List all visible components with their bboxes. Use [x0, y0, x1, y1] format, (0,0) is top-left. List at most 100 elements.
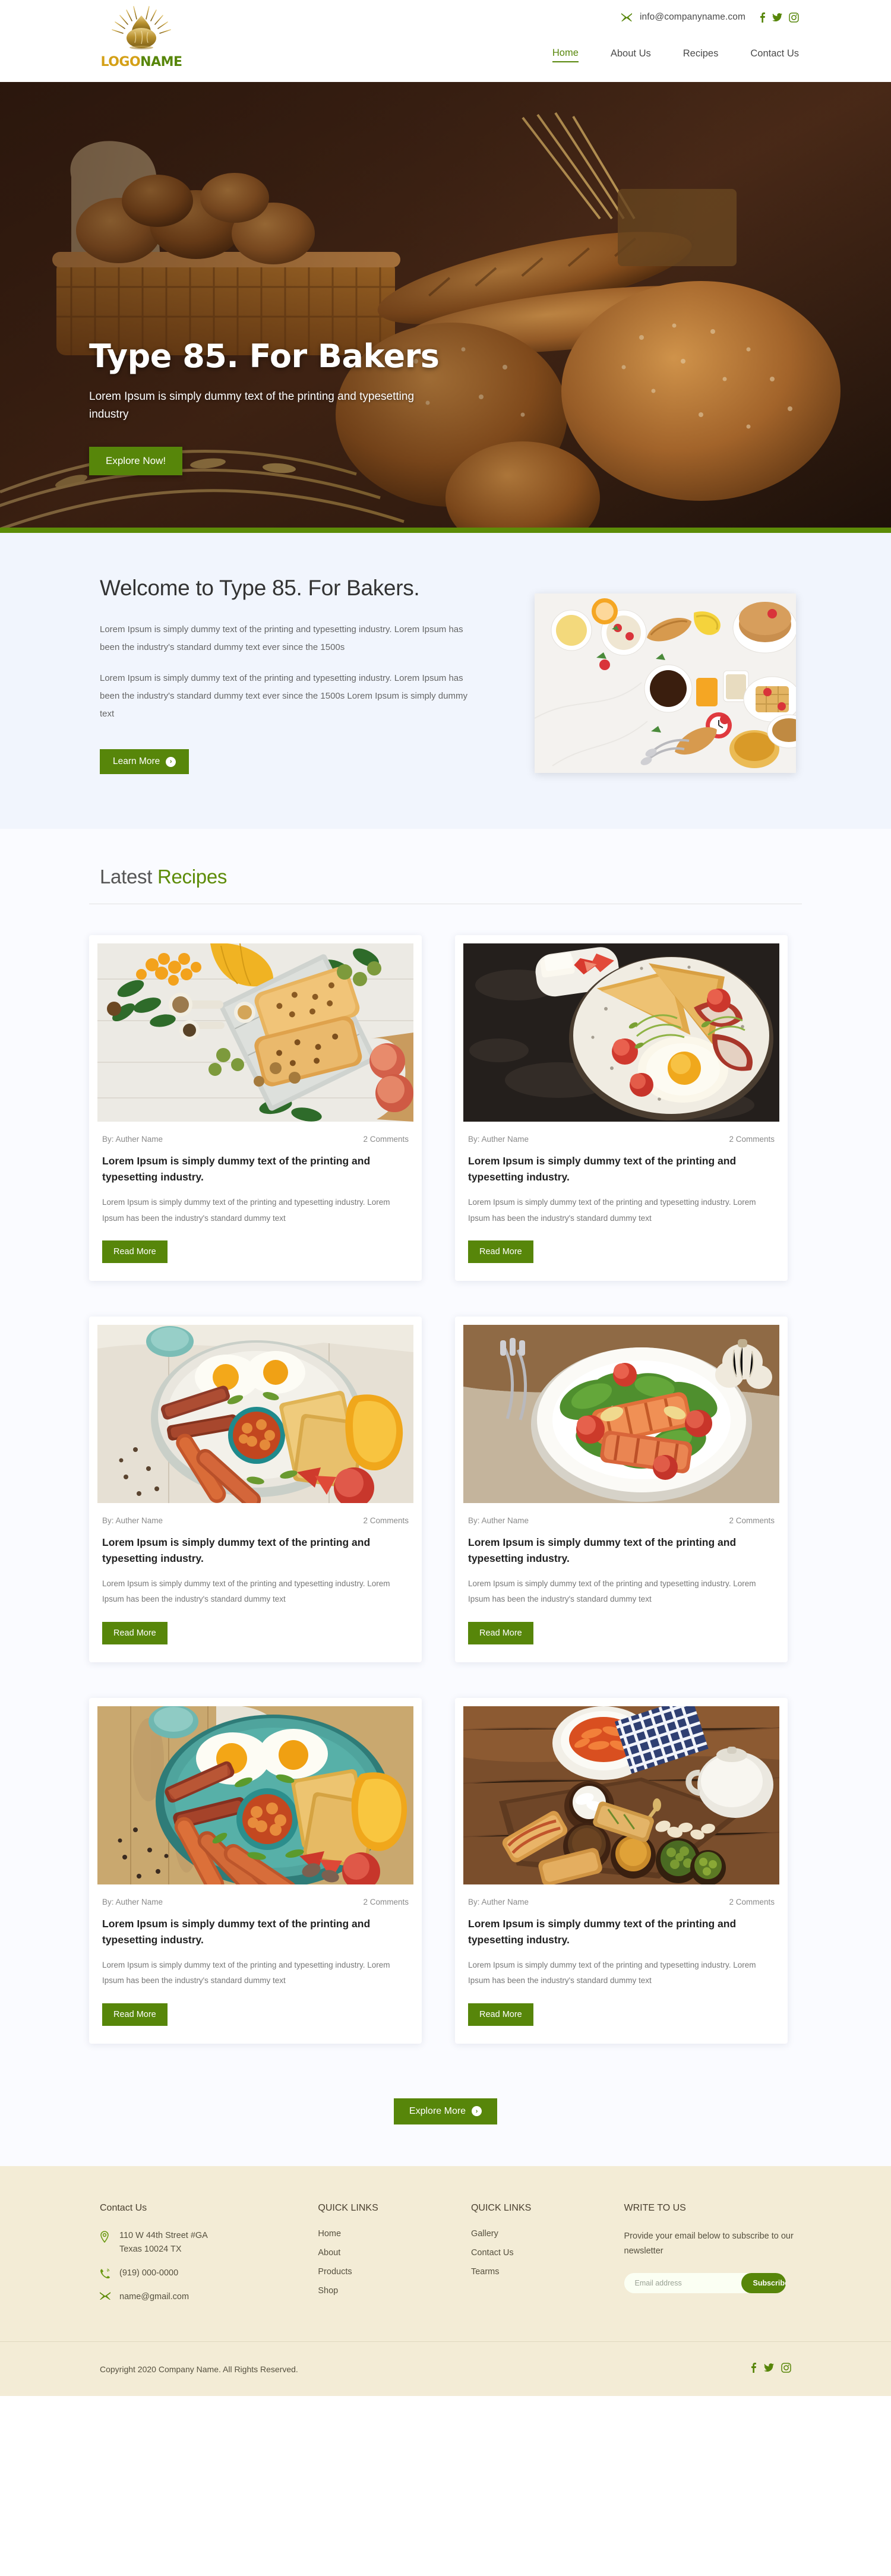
recipe-card[interactable]: By: Auther Name 2 Comments Lorem Ipsum i…: [89, 1316, 422, 1662]
envelope-icon: [100, 2290, 111, 2300]
recipe-card-text: Lorem Ipsum is simply dummy text of the …: [468, 1961, 756, 1985]
nav-item-recipes[interactable]: Recipes: [683, 48, 719, 62]
facebook-icon[interactable]: [759, 12, 766, 23]
recipe-card-author: By: Auther Name: [102, 1897, 163, 1906]
recipe-card-grid: By: Auther Name 2 Comments Lorem Ipsum i…: [80, 904, 811, 2044]
header-social-links: [759, 12, 799, 23]
footer-quick-links-column-2: QUICK LINKS Gallery Contact Us Tearms: [471, 2203, 624, 2315]
recipe-card[interactable]: By: Auther Name 2 Comments Lorem Ipsum i…: [89, 1697, 422, 2044]
footer-address-line-1: 110 W 44th Street #GA: [119, 2230, 208, 2240]
envelope-icon: [621, 13, 633, 21]
explore-more-wrapper: Explore More ›: [0, 2067, 891, 2166]
nav-item-home[interactable]: Home: [552, 48, 579, 62]
recipe-card-comments: 2 Comments: [363, 1135, 409, 1144]
read-more-button[interactable]: Read More: [468, 2003, 533, 2026]
recipes-title-plain: Latest: [100, 866, 157, 888]
main-navigation: Home About Us Recipes Contact Us: [552, 48, 799, 62]
site-logo[interactable]: LOGONAME: [88, 2, 195, 78]
learn-more-label: Learn More: [113, 756, 160, 766]
recipe-card-body: By: Auther Name 2 Comments Lorem Ipsum i…: [463, 1884, 779, 2044]
explore-now-button[interactable]: Explore Now!: [89, 446, 183, 475]
sausage-egg-tomato-photo: [97, 1324, 413, 1503]
recipe-card-author: By: Auther Name: [468, 1897, 529, 1906]
footer-phone[interactable]: (919) 000-0000: [119, 2266, 178, 2280]
footer-link-tearms[interactable]: Tearms: [471, 2267, 624, 2277]
breakfast-spread-photo: [535, 594, 796, 773]
recipe-card[interactable]: By: Auther Name 2 Comments Lorem Ipsum i…: [455, 935, 788, 1281]
recipe-card-meta: By: Auther Name 2 Comments: [468, 1898, 775, 1906]
footer-write-to-us-title: WRITE TO US: [624, 2202, 686, 2213]
phone-icon: [100, 2266, 111, 2278]
page-root: LOGONAME info@companyname.com Home About…: [0, 0, 891, 2397]
logo-text-secondary: NAME: [140, 55, 182, 70]
instagram-icon[interactable]: [789, 12, 799, 23]
recipe-card-text: Lorem Ipsum is simply dummy text of the …: [102, 1579, 390, 1604]
footer-newsletter-column: WRITE TO US Provide your email below to …: [624, 2203, 802, 2315]
instagram-icon[interactable]: [781, 2363, 791, 2376]
read-more-button[interactable]: Read More: [468, 1621, 533, 1644]
subscribe-button[interactable]: Subscribe: [741, 2273, 786, 2294]
footer-address-row: 110 W 44th Street #GA Texas 10024 TX: [100, 2229, 318, 2256]
welcome-image: [535, 594, 796, 773]
newsletter-email-input[interactable]: [624, 2273, 741, 2294]
recipe-card-author: By: Auther Name: [102, 1516, 163, 1525]
hero-banner: Type 85. For Bakers Lorem Ipsum is simpl…: [0, 82, 891, 528]
recipe-card-text: Lorem Ipsum is simply dummy text of the …: [102, 1198, 390, 1223]
nav-item-contact-us[interactable]: Contact Us: [750, 48, 799, 62]
hero-subtitle: Lorem Ipsum is simply dummy text of the …: [89, 390, 415, 421]
footer-quick-links-2-title: QUICK LINKS: [470, 2202, 532, 2213]
twitter-icon[interactable]: [764, 2363, 774, 2375]
footer-link-shop[interactable]: Shop: [318, 2286, 471, 2296]
full-english-breakfast-photo: [97, 1706, 413, 1884]
recipe-card[interactable]: By: Auther Name 2 Comments Lorem Ipsum i…: [455, 1697, 788, 2044]
recipe-card[interactable]: By: Auther Name 2 Comments Lorem Ipsum i…: [89, 935, 422, 1281]
twitter-icon[interactable]: [772, 12, 782, 22]
footer-newsletter-description: Provide your email below to subscribe to…: [624, 2231, 794, 2256]
latest-recipes-section: Latest Recipes By: Auther Name 2 Comment…: [0, 829, 891, 2067]
chevron-right-icon: ›: [166, 756, 176, 767]
mezze-platter-wood-photo: [463, 1706, 779, 1884]
recipe-card-author: By: Auther Name: [102, 1135, 163, 1144]
read-more-button[interactable]: Read More: [102, 1621, 168, 1644]
footer-bottom-bar: Copyright 2020 Company Name. All Rights …: [0, 2341, 891, 2396]
footer-email[interactable]: name@gmail.com: [119, 2290, 189, 2304]
recipe-card-meta: By: Auther Name 2 Comments: [468, 1516, 775, 1525]
recipe-card-body: By: Auther Name 2 Comments Lorem Ipsum i…: [463, 1122, 779, 1281]
logo-text: LOGONAME: [100, 56, 182, 69]
footer-link-products[interactable]: Products: [318, 2267, 471, 2277]
facebook-icon[interactable]: [750, 2362, 757, 2376]
footer-link-contact-us[interactable]: Contact Us: [471, 2248, 624, 2258]
footer-address: 110 W 44th Street #GA Texas 10024 TX: [119, 2229, 208, 2256]
footer-link-gallery[interactable]: Gallery: [471, 2229, 624, 2239]
green-divider-bar: [0, 528, 891, 533]
footer-contact-title: Contact Us: [100, 2202, 147, 2213]
recipe-card-image: [97, 943, 413, 1122]
recipe-card-author: By: Auther Name: [468, 1135, 529, 1144]
read-more-button[interactable]: Read More: [102, 2003, 168, 2026]
nav-item-about-us[interactable]: About Us: [611, 48, 651, 62]
recipe-card-meta: By: Auther Name 2 Comments: [468, 1135, 775, 1144]
map-pin-icon: [100, 2229, 111, 2243]
read-more-button[interactable]: Read More: [468, 1240, 533, 1263]
recipe-card[interactable]: By: Auther Name 2 Comments Lorem Ipsum i…: [455, 1316, 788, 1662]
explore-more-button[interactable]: Explore More ›: [393, 2098, 498, 2124]
recipe-card-author: By: Auther Name: [468, 1516, 529, 1525]
site-footer: Contact Us 110 W 44th Street #GA Texas 1…: [0, 2165, 891, 2397]
recipes-section-title: Latest Recipes: [100, 866, 802, 888]
footer-link-home[interactable]: Home: [318, 2229, 471, 2239]
learn-more-button[interactable]: Learn More ›: [100, 749, 189, 774]
welcome-paragraph-1: Lorem Ipsum is simply dummy text of the …: [100, 624, 463, 652]
recipe-card-text: Lorem Ipsum is simply dummy text of the …: [468, 1198, 756, 1223]
read-more-button[interactable]: Read More: [102, 1240, 168, 1263]
site-header: LOGONAME info@companyname.com Home About…: [0, 0, 891, 82]
footer-link-about[interactable]: About: [318, 2248, 471, 2258]
toast-bacon-egg-dark-photo: [463, 943, 779, 1122]
copyright-text: Copyright 2020 Company Name. All Rights …: [100, 2364, 298, 2374]
recipe-card-title: Lorem Ipsum is simply dummy text of the …: [468, 1155, 737, 1183]
recipe-card-comments: 2 Comments: [363, 1897, 409, 1906]
recipe-card-text: Lorem Ipsum is simply dummy text of the …: [102, 1961, 390, 1985]
footer-address-line-2: Texas 10024 TX: [119, 2244, 182, 2254]
recipe-card-meta: By: Auther Name 2 Comments: [102, 1898, 409, 1906]
header-email[interactable]: info@companyname.com: [640, 12, 745, 23]
recipe-card-title: Lorem Ipsum is simply dummy text of the …: [468, 1536, 737, 1564]
